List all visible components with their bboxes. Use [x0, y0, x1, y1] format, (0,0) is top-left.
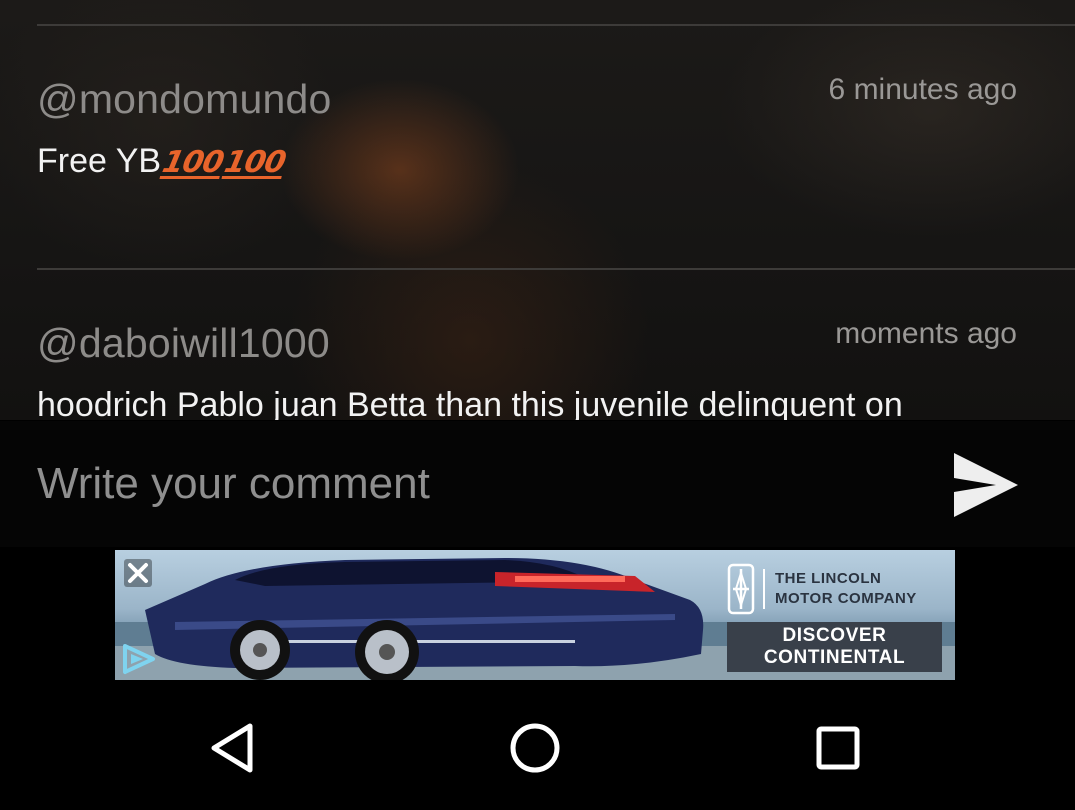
ad-brand: THE LINCOLN MOTOR COMPANY	[727, 560, 955, 618]
send-button[interactable]	[950, 451, 1020, 519]
comment-divider	[37, 24, 1075, 26]
back-button[interactable]	[203, 718, 263, 778]
ad-choices-button[interactable]	[119, 642, 159, 676]
close-icon	[124, 559, 152, 587]
comment-composer	[0, 421, 1075, 547]
comment-input[interactable]	[37, 451, 917, 517]
home-icon	[510, 723, 560, 773]
screen: @mondomundo 6 minutes ago Free YB100100 …	[0, 0, 1075, 810]
comment-feed[interactable]: @mondomundo 6 minutes ago Free YB100100 …	[0, 0, 1075, 420]
send-icon	[954, 453, 1018, 517]
comment-text: hoodrich Pablo juan Betta than this juve…	[37, 386, 903, 420]
play-badge-icon	[123, 644, 155, 674]
ad-banner[interactable]: THE LINCOLN MOTOR COMPANY DISCOVER CONTI…	[115, 550, 955, 680]
lincoln-star-icon	[727, 563, 755, 615]
comment-text-body: Free YB	[37, 142, 162, 180]
navigation-bar	[0, 684, 1075, 810]
recents-button[interactable]	[808, 718, 868, 778]
home-button[interactable]	[505, 718, 565, 778]
recents-icon	[816, 726, 860, 770]
comment-text: Free YB100100	[37, 142, 288, 181]
hundred-points-emoji: 100	[221, 145, 289, 180]
ad-brand-text: THE LINCOLN MOTOR COMPANY	[763, 569, 917, 609]
ad-close-button[interactable]	[123, 558, 153, 588]
comment-divider	[37, 268, 1075, 270]
comment-username[interactable]: @mondomundo	[37, 76, 332, 123]
comment-timestamp: 6 minutes ago	[828, 73, 1017, 106]
ad-cta-button[interactable]: DISCOVER CONTINENTAL	[727, 622, 942, 672]
comment-username[interactable]: @daboiwill1000	[37, 320, 330, 367]
back-icon	[211, 723, 253, 773]
hundred-points-emoji: 100	[159, 145, 227, 180]
comment-timestamp: moments ago	[835, 317, 1017, 350]
